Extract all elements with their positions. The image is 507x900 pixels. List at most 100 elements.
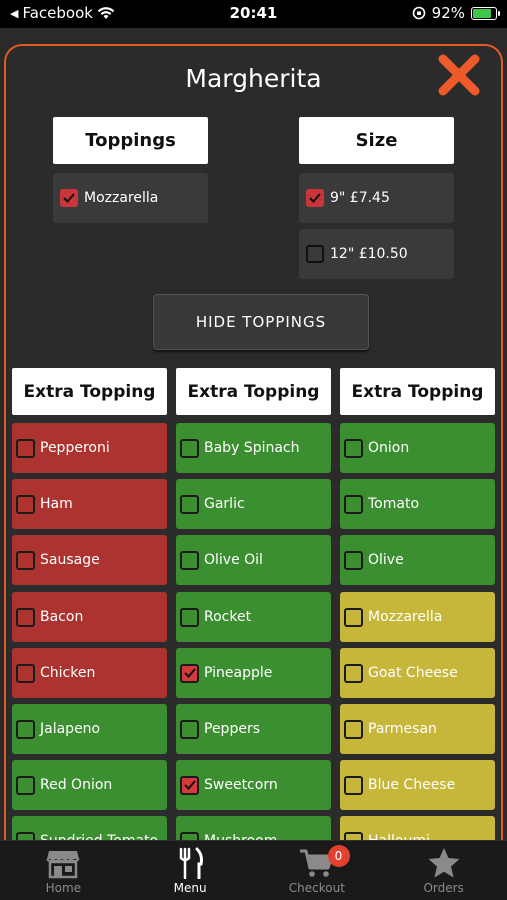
extra-topping-label: Onion <box>368 440 410 456</box>
checkbox[interactable] <box>344 719 363 739</box>
size-option-12[interactable]: 12" £10.50 <box>299 229 454 279</box>
extra-topping-label: Sundried Tomato <box>40 833 158 840</box>
extra-topping-tile[interactable]: Ham <box>12 479 167 529</box>
checkbox[interactable] <box>180 438 199 458</box>
checkbox[interactable] <box>16 663 35 683</box>
extra-topping-label: Jalapeno <box>40 721 101 737</box>
extra-topping-tile[interactable]: Parmesan <box>340 704 495 754</box>
extra-topping-label: Ham <box>40 496 73 512</box>
checkbox[interactable] <box>344 775 363 795</box>
extra-topping-tile[interactable]: Rocket <box>176 592 331 642</box>
extra-topping-tile[interactable]: Mushroom <box>176 816 331 840</box>
checkbox[interactable] <box>16 831 35 840</box>
checkbox[interactable] <box>306 189 324 207</box>
checkbox[interactable] <box>180 719 199 739</box>
checkbox[interactable] <box>180 607 199 627</box>
checkbox[interactable] <box>344 663 363 683</box>
extra-topping-tile[interactable]: Peppers <box>176 704 331 754</box>
extra-topping-label: Blue Cheese <box>368 777 456 793</box>
extra-topping-tile[interactable]: Bacon <box>12 592 167 642</box>
extra-topping-header-3: Extra Topping <box>340 368 495 415</box>
extra-topping-tile[interactable]: Chicken <box>12 648 167 698</box>
tab-label: Orders <box>423 881 464 895</box>
toppings-header: Toppings <box>53 117 208 164</box>
extra-topping-tile[interactable]: Sundried Tomato <box>12 816 167 840</box>
extra-topping-label: Parmesan <box>368 721 437 737</box>
checkbox[interactable] <box>344 438 363 458</box>
extra-topping-label: Rocket <box>204 609 252 625</box>
checkbox[interactable] <box>344 607 363 627</box>
extra-topping-label: Peppers <box>204 721 260 737</box>
size-header: Size <box>299 117 454 164</box>
base-topping-mozzarella[interactable]: Mozzarella <box>53 173 208 223</box>
cart-count-badge: 0 <box>327 845 350 867</box>
checkbox[interactable] <box>16 775 35 795</box>
fork-knife-icon <box>179 847 204 879</box>
extra-topping-tile[interactable]: Sausage <box>12 535 167 585</box>
extra-topping-label: Goat Cheese <box>368 665 458 681</box>
extra-topping-tile[interactable]: Olive Oil <box>176 535 331 585</box>
tab-checkout[interactable]: 0 Checkout <box>254 841 381 900</box>
tab-label: Home <box>45 881 82 895</box>
tab-orders[interactable]: Orders <box>380 841 507 900</box>
tab-label: Menu <box>173 881 207 895</box>
extra-topping-tile[interactable]: Jalapeno <box>12 704 167 754</box>
extra-topping-tile[interactable]: Baby Spinach <box>176 423 331 473</box>
checkbox[interactable] <box>344 550 363 570</box>
extra-topping-label: Mushroom <box>204 833 277 840</box>
checkbox[interactable] <box>180 775 199 795</box>
checkbox[interactable] <box>180 550 199 570</box>
option-label: 12" £10.50 <box>330 246 408 262</box>
extra-topping-label: Red Onion <box>40 777 113 793</box>
extra-topping-tile[interactable]: Onion <box>340 423 495 473</box>
extra-topping-label: Tomato <box>368 496 420 512</box>
pizza-options-modal: Margherita Toppings Size Mozzarella 9" £… <box>4 44 503 840</box>
extra-topping-tile[interactable]: Red Onion <box>12 760 167 810</box>
star-icon <box>428 848 460 878</box>
size-option-9[interactable]: 9" £7.45 <box>299 173 454 223</box>
checkbox[interactable] <box>180 831 199 840</box>
tab-bar: Home Menu 0 Checkout Orders <box>0 840 507 900</box>
extra-topping-tile[interactable]: Tomato <box>340 479 495 529</box>
checkbox[interactable] <box>16 438 35 458</box>
hide-toppings-button[interactable]: HIDE TOPPINGS <box>153 294 369 350</box>
battery-percent: 92% <box>431 4 465 22</box>
tab-menu[interactable]: Menu <box>127 841 254 900</box>
extra-topping-label: Pineapple <box>204 665 273 681</box>
extra-topping-label: Mozzarella <box>368 609 443 625</box>
checkbox[interactable] <box>16 719 35 739</box>
checkbox[interactable] <box>60 189 78 207</box>
orientation-lock-icon <box>412 6 425 20</box>
extra-topping-label: Halloumi <box>368 833 430 840</box>
checkbox[interactable] <box>306 245 324 263</box>
extra-topping-label: Sausage <box>40 552 100 568</box>
extra-topping-tile[interactable]: Pepperoni <box>12 423 167 473</box>
battery-icon <box>471 6 500 20</box>
extra-topping-tile[interactable]: Mozzarella <box>340 592 495 642</box>
tab-label: Checkout <box>288 881 345 895</box>
checkbox[interactable] <box>180 494 199 514</box>
checkbox[interactable] <box>16 607 35 627</box>
checkbox[interactable] <box>344 494 363 514</box>
extra-topping-tile[interactable]: Blue Cheese <box>340 760 495 810</box>
extra-topping-tile[interactable]: Halloumi <box>340 816 495 840</box>
checkbox[interactable] <box>344 831 363 840</box>
close-button[interactable] <box>437 53 481 97</box>
extra-topping-tile[interactable]: Goat Cheese <box>340 648 495 698</box>
extra-topping-label: Olive <box>368 552 404 568</box>
close-icon <box>438 54 480 96</box>
checkbox[interactable] <box>180 663 199 683</box>
tab-home[interactable]: Home <box>0 841 127 900</box>
store-icon <box>46 851 80 879</box>
checkbox[interactable] <box>16 494 35 514</box>
extra-topping-label: Sweetcorn <box>204 777 278 793</box>
extra-topping-tile[interactable]: Pineapple <box>176 648 331 698</box>
extra-topping-label: Olive Oil <box>204 552 263 568</box>
extra-topping-tile[interactable]: Garlic <box>176 479 331 529</box>
checkbox[interactable] <box>16 550 35 570</box>
option-label: Mozzarella <box>84 190 159 206</box>
extra-topping-tile[interactable]: Olive <box>340 535 495 585</box>
extra-topping-label: Baby Spinach <box>204 440 300 456</box>
extra-topping-label: Chicken <box>40 665 96 681</box>
extra-topping-tile[interactable]: Sweetcorn <box>176 760 331 810</box>
